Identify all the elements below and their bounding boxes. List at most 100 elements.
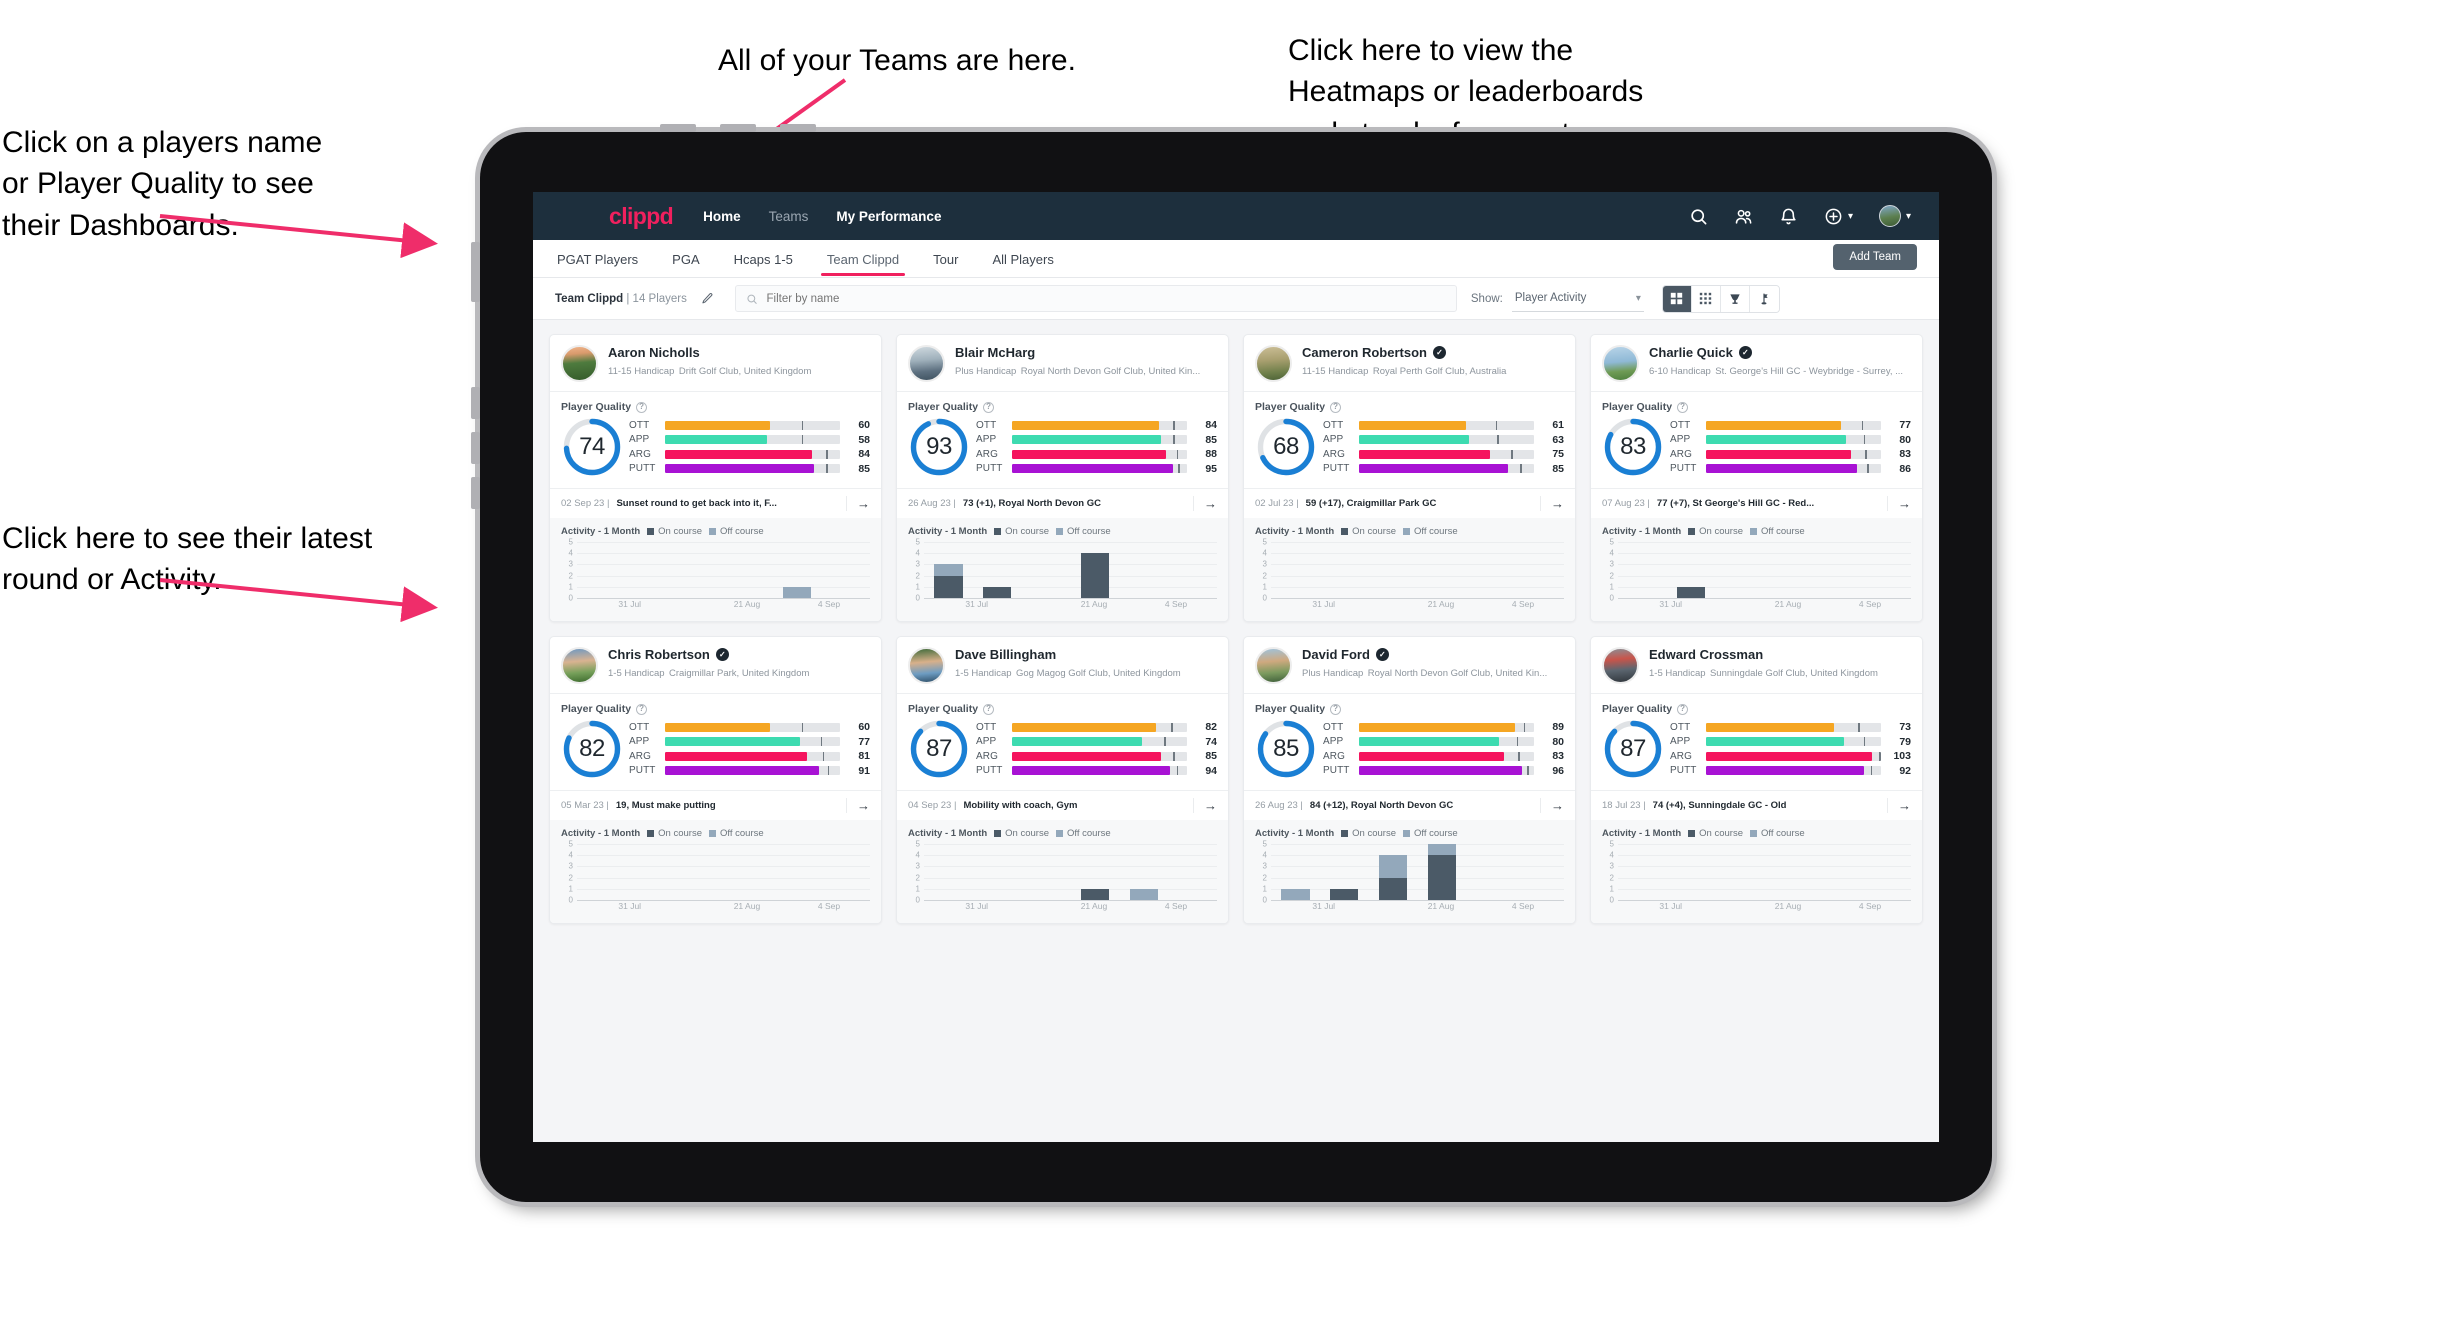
help-icon[interactable]: ?: [1330, 401, 1342, 413]
arrow-right-icon[interactable]: →: [1540, 798, 1564, 813]
player-card-header[interactable]: David Ford ✓ Plus Handicap Royal North De…: [1244, 637, 1575, 693]
help-icon[interactable]: ?: [636, 401, 648, 413]
streaks-button[interactable]: [1749, 285, 1779, 312]
player-card[interactable]: Cameron Robertson ✓ 11-15 Handicap Royal …: [1243, 334, 1576, 622]
player-quality-section[interactable]: Player Quality ? 87 OTT 82 APP 74 ARG 85…: [897, 694, 1228, 790]
player-name[interactable]: Chris Robertson ✓: [608, 647, 870, 663]
activity-bar[interactable]: [1427, 844, 1457, 900]
player-quality-section[interactable]: Player Quality ? 68 OTT 61 APP 63 ARG 75…: [1244, 392, 1575, 488]
player-card[interactable]: Chris Robertson ✓ 1-5 Handicap Craigmilla…: [549, 636, 882, 924]
player-card-header[interactable]: Aaron Nicholls 11-15 Handicap Drift Golf…: [550, 335, 881, 391]
add-menu[interactable]: ▾: [1824, 207, 1853, 226]
search-field[interactable]: [734, 285, 1457, 312]
latest-round-row[interactable]: 02 Jul 23 | 59 (+17), Craigmillar Park G…: [1244, 489, 1575, 518]
latest-round-row[interactable]: 02 Sep 23 | Sunset round to get back int…: [550, 489, 881, 518]
nav-item-my-performance[interactable]: My Performance: [836, 209, 941, 224]
player-quality-section[interactable]: Player Quality ? 83 OTT 77 APP 80 ARG 83…: [1591, 392, 1922, 488]
arrow-right-icon[interactable]: →: [1193, 798, 1217, 813]
player-card-header[interactable]: Edward Crossman 1-5 Handicap Sunningdale…: [1591, 637, 1922, 693]
quality-score-ring[interactable]: 87: [908, 718, 970, 780]
quality-score-ring[interactable]: 68: [1255, 416, 1317, 478]
add-team-button[interactable]: Add Team: [1833, 244, 1917, 270]
player-quality-section[interactable]: Player Quality ? 85 OTT 89 APP 80 ARG 83…: [1244, 694, 1575, 790]
player-card-header[interactable]: Dave Billingham 1-5 Handicap Gog Magog G…: [897, 637, 1228, 693]
arrow-right-icon[interactable]: →: [1540, 496, 1564, 511]
activity-bar[interactable]: [1080, 553, 1110, 598]
people-icon[interactable]: [1734, 207, 1753, 226]
help-icon[interactable]: ?: [1330, 703, 1342, 715]
tab-hcaps-1-5[interactable]: Hcaps 1-5: [732, 242, 795, 276]
avatar[interactable]: [908, 345, 945, 382]
quality-score-ring[interactable]: 93: [908, 416, 970, 478]
quality-score-ring[interactable]: 85: [1255, 718, 1317, 780]
avatar[interactable]: [1255, 345, 1292, 382]
activity-bar[interactable]: [782, 586, 811, 598]
player-card-header[interactable]: Blair McHarg Plus Handicap Royal North D…: [897, 335, 1228, 391]
arrow-right-icon[interactable]: →: [1887, 798, 1911, 813]
tab-all-players[interactable]: All Players: [990, 242, 1055, 276]
player-name[interactable]: David Ford ✓: [1302, 647, 1564, 663]
arrow-right-icon[interactable]: →: [846, 798, 870, 813]
heatmap-view-button[interactable]: [1691, 285, 1721, 312]
show-select[interactable]: Player Activity ▾: [1511, 285, 1644, 312]
player-quality-section[interactable]: Player Quality ? 82 OTT 60 APP 77 ARG 81…: [550, 694, 881, 790]
latest-round-row[interactable]: 04 Sep 23 | Mobility with coach, Gym →: [897, 791, 1228, 820]
help-icon[interactable]: ?: [983, 401, 995, 413]
latest-round-row[interactable]: 18 Jul 23 | 74 (+4), Sunningdale GC - Ol…: [1591, 791, 1922, 820]
player-card[interactable]: Dave Billingham 1-5 Handicap Gog Magog G…: [896, 636, 1229, 924]
player-card[interactable]: Blair McHarg Plus Handicap Royal North D…: [896, 334, 1229, 622]
player-name[interactable]: Charlie Quick ✓: [1649, 345, 1911, 361]
latest-round-row[interactable]: 26 Aug 23 | 84 (+12), Royal North Devon …: [1244, 791, 1575, 820]
profile-menu[interactable]: ▾: [1878, 205, 1911, 227]
player-name[interactable]: Aaron Nicholls: [608, 345, 870, 361]
tab-team-clippd[interactable]: Team Clippd: [820, 242, 906, 276]
activity-bar[interactable]: [983, 586, 1012, 598]
activity-bar[interactable]: [1677, 586, 1706, 598]
activity-bar[interactable]: [1281, 888, 1310, 900]
tab-tour[interactable]: Tour: [931, 242, 960, 276]
avatar[interactable]: [908, 647, 945, 684]
player-quality-section[interactable]: Player Quality ? 74 OTT 60 APP 58 ARG 84…: [550, 392, 881, 488]
clippd-logo[interactable]: clippd: [609, 203, 674, 230]
quality-score-ring[interactable]: 87: [1602, 718, 1664, 780]
edit-team-button[interactable]: [695, 286, 721, 312]
activity-bar[interactable]: [1129, 888, 1158, 900]
leaderboard-button[interactable]: [1720, 285, 1750, 312]
player-name[interactable]: Blair McHarg: [955, 345, 1217, 361]
tab-pgat-players[interactable]: PGAT Players: [555, 242, 640, 276]
plus-circle-icon[interactable]: [1824, 207, 1843, 226]
player-card[interactable]: Aaron Nicholls 11-15 Handicap Drift Golf…: [549, 334, 882, 622]
latest-round-row[interactable]: 05 Mar 23 | 19, Must make putting →: [550, 791, 881, 820]
arrow-right-icon[interactable]: →: [1193, 496, 1217, 511]
search-input[interactable]: [766, 292, 1446, 305]
bell-icon[interactable]: [1779, 207, 1798, 226]
activity-bar[interactable]: [1080, 888, 1110, 900]
avatar[interactable]: [1878, 205, 1901, 227]
search-icon[interactable]: [1689, 207, 1708, 226]
player-card[interactable]: David Ford ✓ Plus Handicap Royal North De…: [1243, 636, 1576, 924]
player-name[interactable]: Edward Crossman: [1649, 647, 1911, 663]
help-icon[interactable]: ?: [636, 703, 648, 715]
player-card-header[interactable]: Cameron Robertson ✓ 11-15 Handicap Royal …: [1244, 335, 1575, 391]
player-name[interactable]: Dave Billingham: [955, 647, 1217, 663]
grid-view-button[interactable]: [1662, 285, 1692, 312]
help-icon[interactable]: ?: [983, 703, 995, 715]
player-card-header[interactable]: Chris Robertson ✓ 1-5 Handicap Craigmilla…: [550, 637, 881, 693]
avatar[interactable]: [1255, 647, 1292, 684]
player-quality-section[interactable]: Player Quality ? 93 OTT 84 APP 85 ARG 88…: [897, 392, 1228, 488]
player-card[interactable]: Charlie Quick ✓ 6-10 Handicap St. George'…: [1590, 334, 1923, 622]
quality-score-ring[interactable]: 74: [561, 416, 623, 478]
latest-round-row[interactable]: 07 Aug 23 | 77 (+7), St George's Hill GC…: [1591, 489, 1922, 518]
nav-item-home[interactable]: Home: [703, 209, 741, 224]
player-quality-section[interactable]: Player Quality ? 87 OTT 73 APP 79 ARG 10…: [1591, 694, 1922, 790]
nav-item-teams[interactable]: Teams: [769, 209, 809, 224]
help-icon[interactable]: ?: [1677, 703, 1689, 715]
activity-bar[interactable]: [934, 564, 963, 598]
avatar[interactable]: [1602, 345, 1639, 382]
avatar[interactable]: [561, 647, 598, 684]
activity-bar[interactable]: [1378, 855, 1408, 900]
player-card-header[interactable]: Charlie Quick ✓ 6-10 Handicap St. George'…: [1591, 335, 1922, 391]
player-name[interactable]: Cameron Robertson ✓: [1302, 345, 1564, 361]
avatar[interactable]: [1602, 647, 1639, 684]
help-icon[interactable]: ?: [1677, 401, 1689, 413]
